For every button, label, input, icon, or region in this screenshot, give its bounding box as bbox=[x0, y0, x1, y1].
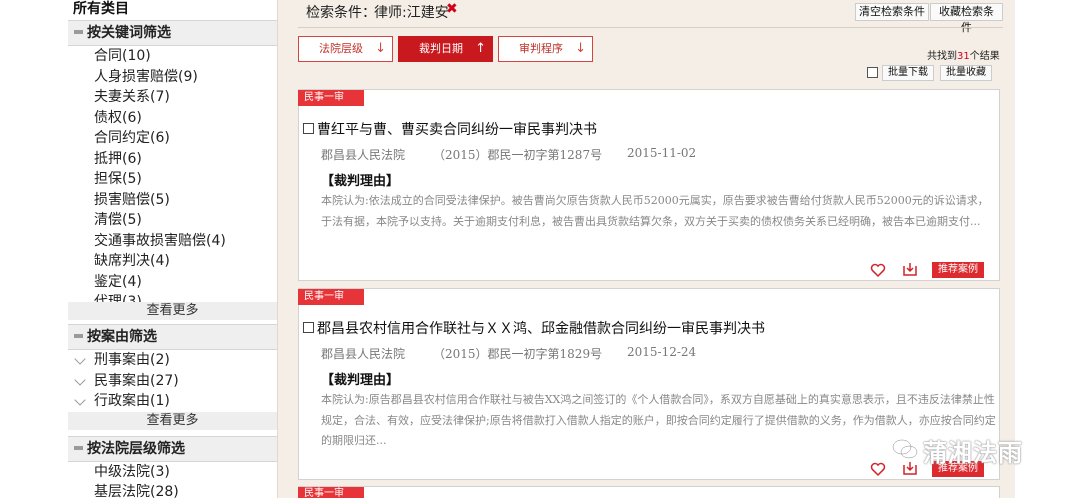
case-type-tag: 民事一审 bbox=[298, 487, 364, 498]
arrow-down-icon: ↓ bbox=[375, 41, 386, 56]
judgment-date: 2015-12-24 bbox=[627, 345, 697, 359]
chevron-down-icon[interactable] bbox=[74, 353, 86, 365]
result-card: 民事一审 bbox=[298, 486, 1000, 498]
case-title-link[interactable]: 曹红平与曹、曹买卖合同纠纷一审民事判决书 bbox=[317, 119, 597, 139]
keyword-item[interactable]: 担保(5) bbox=[68, 169, 277, 190]
clear-criteria-button[interactable]: 清空检索条件 bbox=[855, 3, 929, 21]
sort-court-level-button[interactable]: 法院层级 ↓ bbox=[298, 36, 393, 62]
court-name: 郡昌县人民法院 bbox=[321, 347, 406, 361]
reason-heading: 【裁判理由】 bbox=[321, 373, 400, 388]
cause-filter-header[interactable]: 按案由筛选 bbox=[68, 324, 277, 350]
cause-label: 民事案由(27) bbox=[94, 372, 179, 389]
download-icon[interactable] bbox=[902, 261, 918, 277]
case-number: （2015）郡民一初字第1287号 bbox=[433, 148, 603, 162]
keyword-item[interactable]: 夫妻关系(7) bbox=[68, 87, 277, 108]
keyword-list: 合同(10) 人身损害赔偿(9) 夫妻关系(7) 债权(6) 合同约定(6) 抵… bbox=[68, 46, 277, 292]
filter-sidebar: 所有类目 按关键词筛选 合同(10) 人身损害赔偿(9) 夫妻关系(7) 债权(… bbox=[68, 0, 278, 498]
court-filter-header[interactable]: 按法院层级筛选 bbox=[68, 435, 277, 462]
keyword-item[interactable]: 债权(6) bbox=[68, 108, 277, 129]
keyword-item[interactable]: 抵押(6) bbox=[68, 149, 277, 170]
keyword-item[interactable]: 代理(3) bbox=[68, 292, 277, 302]
keyword-item[interactable]: 合同(10) bbox=[68, 46, 277, 67]
save-criteria-button[interactable]: 收藏检索条件 bbox=[930, 3, 1003, 34]
cause-show-more-button[interactable]: 查看更多 bbox=[68, 411, 277, 430]
sort-procedure-button[interactable]: 审判程序 ↓ bbox=[498, 36, 593, 62]
chevron-down-icon[interactable] bbox=[74, 373, 86, 386]
heart-icon[interactable] bbox=[870, 461, 886, 477]
court-name: 郡昌县人民法院 bbox=[321, 148, 406, 162]
case-number: （2015）郡民一初字第1829号 bbox=[433, 347, 603, 361]
heart-icon[interactable] bbox=[870, 262, 886, 278]
criteria-label: 检索条件： bbox=[306, 5, 376, 21]
collapse-icon[interactable] bbox=[74, 334, 83, 338]
cause-item[interactable]: 刑事案由(2) bbox=[68, 350, 277, 371]
left-margin bbox=[0, 0, 68, 498]
case-title-link[interactable]: 郡昌县农村信用合作联社与ＸＸ鸿、邱金融借款合同纠纷一审民事判决书 bbox=[317, 318, 765, 338]
court-item[interactable]: 中级法院(3) bbox=[68, 462, 277, 483]
batch-favorite-button[interactable]: 批量收藏 bbox=[940, 65, 992, 81]
watermark-text: 蒲湘法雨 bbox=[923, 439, 1023, 467]
court-filter-title: 按法院层级筛选 bbox=[87, 440, 185, 457]
cause-label: 刑事案由(2) bbox=[94, 352, 170, 368]
keyword-item[interactable]: 清偿(5) bbox=[68, 210, 277, 231]
court-list: 中级法院(3) 基层法院(28) bbox=[68, 462, 277, 498]
sort-label: 审判程序 bbox=[519, 42, 563, 55]
cause-item[interactable]: 行政案由(1) bbox=[68, 391, 277, 412]
court-item[interactable]: 基层法院(28) bbox=[68, 482, 277, 498]
result-count-prefix: 共找到 bbox=[927, 51, 957, 62]
all-categories-title: 所有类目 bbox=[73, 1, 129, 17]
chevron-down-icon[interactable] bbox=[74, 394, 86, 406]
reason-text: 本院认为:依法成立的合同受法律保护。被告曹尚欠原告货款人民币52000元属实，原… bbox=[321, 194, 989, 228]
result-count-suffix: 个结果 bbox=[969, 51, 1000, 62]
judgment-date: 2015-11-02 bbox=[627, 146, 697, 160]
result-checkbox[interactable] bbox=[303, 322, 314, 333]
keyword-filter-title: 按关键词筛选 bbox=[87, 25, 171, 41]
keyword-filter-header[interactable]: 按关键词筛选 bbox=[68, 20, 277, 46]
cause-filter-title: 按案由筛选 bbox=[87, 329, 157, 345]
results-panel: 检索条件： 律师:江建安 ✖ 清空检索条件 收藏检索条件 法院层级 ↓ 裁判日期… bbox=[288, 0, 1015, 498]
keyword-item[interactable]: 损害赔偿(5) bbox=[68, 190, 277, 211]
arrow-up-icon: ↑ bbox=[475, 41, 486, 56]
batch-download-button[interactable]: 批量下载 bbox=[882, 65, 934, 81]
cause-list: 刑事案由(2) 民事案由(27) 行政案由(1) bbox=[68, 350, 277, 412]
cause-item[interactable]: 民事案由(27) bbox=[68, 371, 277, 392]
keyword-item[interactable]: 合同约定(6) bbox=[68, 128, 277, 149]
result-checkbox[interactable] bbox=[303, 123, 314, 134]
arrow-down-icon: ↓ bbox=[575, 41, 586, 56]
search-criteria-bar: 检索条件： 律师:江建安 ✖ 清空检索条件 收藏检索条件 bbox=[288, 0, 1003, 34]
download-icon[interactable] bbox=[902, 460, 918, 476]
keyword-item[interactable]: 缺席判决(4) bbox=[68, 251, 277, 272]
wechat-icon bbox=[892, 439, 918, 459]
result-count: 共找到31个结果 bbox=[927, 47, 1000, 62]
collapse-icon[interactable] bbox=[74, 30, 83, 34]
collapse-icon[interactable] bbox=[74, 445, 83, 450]
recommend-case-button[interactable]: 推荐案例 bbox=[932, 262, 984, 278]
divider bbox=[298, 27, 1003, 28]
keyword-show-more-button[interactable]: 查看更多 bbox=[68, 302, 277, 320]
case-type-tag: 民事一审 bbox=[298, 90, 364, 106]
select-all-checkbox[interactable] bbox=[867, 67, 878, 78]
sort-label: 裁判日期 bbox=[419, 42, 463, 55]
column-gap bbox=[278, 0, 288, 498]
keyword-item[interactable]: 鉴定(4) bbox=[68, 272, 277, 293]
result-card: 民事一审 曹红平与曹、曹买卖合同纠纷一审民事判决书 郡昌县人民法院 （2015）… bbox=[298, 89, 1000, 281]
reason-heading: 【裁判理由】 bbox=[321, 174, 400, 189]
keyword-item[interactable]: 交通事故损害赔偿(4) bbox=[68, 231, 277, 252]
sort-label: 法院层级 bbox=[319, 42, 363, 55]
result-count-number: 31 bbox=[957, 51, 970, 62]
cause-label: 行政案由(1) bbox=[94, 393, 170, 409]
criteria-value: 律师:江建安 bbox=[374, 5, 449, 21]
case-type-tag: 民事一审 bbox=[298, 289, 364, 305]
remove-criteria-icon[interactable]: ✖ bbox=[446, 1, 458, 17]
sort-judgment-date-button[interactable]: 裁判日期 ↑ bbox=[398, 36, 493, 62]
right-margin bbox=[1015, 0, 1080, 498]
keyword-item[interactable]: 人身损害赔偿(9) bbox=[68, 67, 277, 88]
